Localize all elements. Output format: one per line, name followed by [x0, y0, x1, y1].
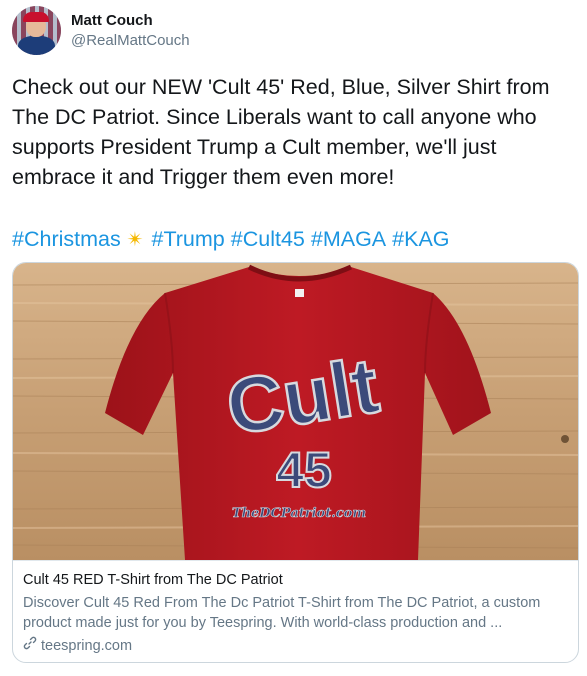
hashtag-kag[interactable]: #KAG: [392, 227, 449, 251]
tweet-text-line: Check out our NEW 'Cult 45' Red, Blue, S…: [12, 75, 550, 99]
card-domain-text: teespring.com: [41, 638, 133, 654]
card-domain[interactable]: teespring.com: [23, 636, 568, 656]
hashtag-trump[interactable]: #Trump: [151, 227, 224, 251]
card-info[interactable]: Cult 45 RED T-Shirt from The DC Patriot …: [13, 560, 578, 656]
tweet-header: Matt Couch @RealMattCouch: [12, 6, 190, 55]
card-image[interactable]: Cult 45 TheDCPatriot.com: [13, 263, 579, 560]
tweet-text: Check out our NEW 'Cult 45' Red, Blue, S…: [12, 72, 580, 192]
author-names: Matt Couch @RealMattCouch: [71, 11, 190, 51]
link-icon: [23, 636, 37, 656]
sparkle-icon: ✴: [126, 229, 144, 251]
hashtag-maga[interactable]: #MAGA: [311, 227, 386, 251]
card-description: Discover Cult 45 Red From The Dc Patriot…: [23, 595, 541, 631]
tweet-text-line: supports President Trump a Cult member, …: [12, 135, 497, 159]
link-card[interactable]: Cult 45 TheDCPatriot.com Cult 45 RED T-S…: [12, 262, 579, 663]
hashtags: #Christmas ✴ #Trump #Cult45 #MAGA #KAG: [12, 224, 456, 255]
display-name[interactable]: Matt Couch: [71, 11, 190, 31]
shirt-print-45: 45: [276, 442, 332, 498]
handle[interactable]: @RealMattCouch: [71, 31, 190, 51]
hashtag-cult45[interactable]: #Cult45: [231, 227, 305, 251]
hashtag-christmas[interactable]: #Christmas: [12, 227, 121, 251]
avatar[interactable]: [12, 6, 61, 55]
card-title[interactable]: Cult 45 RED T-Shirt from The DC Patriot: [23, 570, 568, 590]
tweet-text-line: embrace it and Trigger them even more!: [12, 165, 395, 189]
shirt-print-site: TheDCPatriot.com: [232, 506, 366, 521]
tweet-text-line: The DC Patriot. Since Liberals want to c…: [12, 105, 537, 129]
